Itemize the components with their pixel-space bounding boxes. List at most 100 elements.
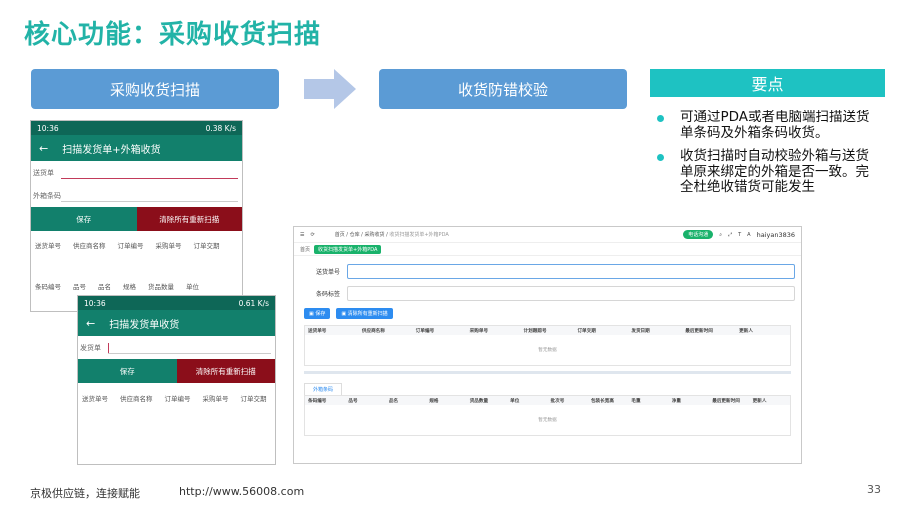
column-header: 发货日期: [631, 328, 650, 334]
tab-outer-box-barcode[interactable]: 外箱条码: [304, 383, 343, 395]
menu-icon[interactable]: ☰: [300, 232, 304, 238]
save-button[interactable]: 保存: [78, 359, 177, 383]
column-header: 品名: [388, 398, 399, 404]
column-header: 单位: [510, 398, 520, 404]
delivery-note-field[interactable]: 送货单: [31, 161, 242, 184]
column-header: 规格: [123, 283, 136, 291]
column-header: 计划跟踪号: [523, 328, 547, 334]
field-label: 条码标签: [316, 290, 341, 298]
column-header: 供应商名称: [120, 395, 153, 403]
breadcrumb-current: 收货扫描发货单+外箱PDA: [389, 232, 449, 238]
input-underline: [61, 178, 238, 179]
field-label: 外箱条码: [33, 191, 61, 200]
table-header: 送货单号 供应商名称 订单编号 采购单号 计划跟踪号 订单交期 发货日期 最后更…: [305, 326, 790, 335]
button-label: 清除所有重新扫描: [347, 311, 388, 317]
column-header: 货品数量: [148, 283, 174, 291]
column-header: 更新人: [739, 328, 753, 334]
key-points-header: 要点: [650, 69, 885, 97]
column-header: 采购单号: [469, 328, 489, 334]
screen-title: 扫描发货单+外箱收货: [62, 144, 161, 156]
column-header: 品号: [348, 398, 358, 404]
column-header: 更新人: [752, 398, 767, 404]
fullscreen-icon[interactable]: ⤢: [728, 232, 732, 238]
column-header: 订单交期: [240, 395, 267, 403]
language-icon[interactable]: A: [747, 232, 750, 238]
flow-step-error-check: 收货防错校验: [379, 69, 627, 109]
column-header: 最后更新时间: [685, 328, 713, 334]
column-header: 条码编号: [35, 283, 61, 291]
input-underline: [61, 201, 238, 202]
column-header: 采购单号: [202, 395, 229, 403]
refresh-icon[interactable]: ⟳: [310, 232, 314, 238]
tab-receiving-scan[interactable]: 收货扫描发货单+外箱PDA: [314, 244, 382, 254]
back-arrow-icon[interactable]: ←: [86, 317, 95, 330]
key-point-text: 可通过PDA或者电脑端扫描送货单条码及外箱条码收货。: [680, 110, 870, 141]
column-header: 订单编号: [415, 328, 435, 334]
empty-state: 暂无数据: [538, 348, 557, 353]
column-header: 订单编号: [164, 395, 191, 403]
breadcrumb: 首页 / 仓库 / 采购收货 / 收货扫描发货单+外箱PDA: [334, 232, 449, 238]
breadcrumb-item[interactable]: 仓库: [350, 232, 360, 238]
pda-screen-delivery-only: 10:36 0.61 K/s ← 扫描发货单收货 发货单 保存 清除所有重新扫描…: [77, 295, 276, 465]
column-header: 送货单号: [35, 242, 61, 250]
column-header: 毛重: [631, 398, 641, 404]
status-bar: 10:36 0.61 K/s: [78, 296, 275, 310]
status-speed: 0.61 K/s: [238, 298, 269, 308]
footer-url[interactable]: http://www.56008.com: [179, 485, 304, 498]
top-bar: ☰ ⟳ 首页 / 仓库 / 采购收货 / 收货扫描发货单+外箱PDA 电话沟通 …: [294, 227, 801, 243]
clear-rescan-button[interactable]: ▣ 清除所有重新扫描: [336, 308, 393, 319]
save-button[interactable]: ▣ 保存: [304, 308, 331, 319]
table-header: 条码编号 品号 品名 规格 货品数量 单位: [31, 281, 242, 291]
column-header: 送货单号: [82, 395, 108, 403]
bullet-icon: [657, 115, 664, 122]
status-time: 10:36: [84, 298, 106, 308]
search-icon[interactable]: ⌕: [719, 232, 722, 238]
text-cursor: [108, 343, 109, 353]
clear-rescan-button[interactable]: 清除所有重新扫描: [136, 207, 242, 231]
table-header: 送货单号 供应商名称 订单编号 采购单号 订单交期: [78, 393, 275, 403]
column-header: 批次号: [550, 398, 565, 404]
column-header: 采购单号: [155, 242, 182, 250]
delivery-note-field[interactable]: 发货单: [78, 336, 275, 359]
save-button[interactable]: 保存: [31, 207, 137, 231]
column-header: 订单交期: [193, 242, 220, 250]
column-header: 货品数量: [469, 398, 489, 404]
table-header: 送货单号 供应商名称 订单编号 采购单号 订单交期: [31, 240, 242, 252]
tab-home[interactable]: 首页: [300, 246, 310, 253]
column-header: 品名: [98, 283, 111, 291]
delivery-number-row: 送货单号: [294, 260, 801, 282]
app-bar: ← 扫描发货单收货: [78, 310, 275, 336]
column-header: 规格: [429, 398, 439, 404]
slide-title: 核心功能：采购收货扫描: [24, 20, 322, 50]
field-label: 发货单: [80, 343, 101, 352]
column-header: 包装长宽高: [590, 398, 614, 404]
page-tabs: 首页 收货扫描发货单+外箱PDA: [294, 243, 801, 256]
key-points-list: 可通过PDA或者电脑端扫描送货单条码及外箱条码收货。 收货扫描时自动校验外箱与送…: [656, 110, 871, 242]
divider: [304, 371, 791, 374]
key-point: 可通过PDA或者电脑端扫描送货单条码及外箱条码收货。: [656, 110, 871, 141]
clear-rescan-button[interactable]: 清除所有重新扫描: [176, 359, 275, 383]
delivery-number-input[interactable]: [347, 264, 795, 279]
column-header: 条码编号: [308, 398, 327, 404]
font-size-icon[interactable]: T: [738, 232, 741, 238]
breadcrumb-item[interactable]: 首页: [335, 232, 345, 238]
user-menu[interactable]: haiyan3836: [757, 231, 795, 239]
column-header: 净重: [671, 398, 681, 404]
status-bar: 10:36 0.38 K/s: [31, 121, 242, 135]
column-header: 订单编号: [117, 242, 144, 250]
input-underline: [108, 353, 271, 354]
empty-state: 暂无数据: [538, 418, 557, 423]
column-header: 单位: [186, 283, 199, 291]
page-number: 33: [867, 483, 881, 496]
status-speed: 0.38 K/s: [205, 123, 236, 133]
back-arrow-icon[interactable]: ←: [39, 142, 48, 155]
contact-button[interactable]: 电话沟通: [683, 230, 714, 239]
app-bar: ← 扫描发货单+外箱收货: [31, 135, 242, 161]
breadcrumb-item[interactable]: 采购收货: [364, 232, 384, 238]
table-header: 条码编号 品号 品名 规格 货品数量 单位 批次号 包装长宽高 毛重 净重 最后…: [305, 396, 790, 405]
column-header: 供应商名称: [361, 328, 385, 334]
column-header: 最后更新时间: [712, 398, 740, 404]
barcode-input[interactable]: [347, 286, 795, 301]
box-barcode-field[interactable]: 外箱条码: [31, 184, 242, 207]
key-point-text: 收货扫描时自动校验外箱与送货单原来绑定的外箱是否一致。完全杜绝收错货可能发生: [680, 148, 869, 195]
